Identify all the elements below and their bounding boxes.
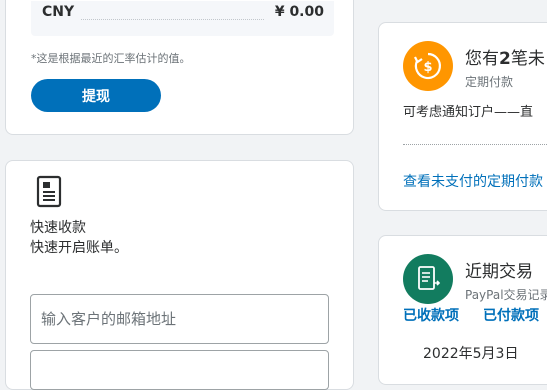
recent-activity-subtitle: PayPal交易记录: [465, 288, 547, 302]
tab-paid[interactable]: 已付款项: [483, 305, 539, 325]
recurring-payments-card: $ 您有2笔未 定期付款 可考虑通知订户——直 查看未支付的定期付款: [378, 22, 547, 211]
withdraw-button[interactable]: 提现: [31, 79, 161, 112]
recurring-description: 可考虑通知订户——直: [403, 105, 534, 120]
quick-invoice-subtitle: 快速开启账单。: [30, 240, 128, 256]
currency-balance-row: CNY ¥ 0.00: [31, 1, 334, 36]
tab-received[interactable]: 已收款项: [403, 305, 459, 325]
customer-email-input[interactable]: [30, 294, 329, 344]
secondary-input[interactable]: [30, 350, 329, 390]
balance-card: CNY ¥ 0.00 *这是根据最近的汇率估计的值。 提现: [5, 0, 354, 135]
divider: [403, 144, 547, 145]
svg-text:$: $: [423, 60, 432, 75]
view-unpaid-recurring-link[interactable]: 查看未支付的定期付款: [403, 171, 543, 191]
quick-invoice-card: 快速收款 快速开启账单。: [5, 160, 354, 390]
recurring-payment-icon: $: [403, 41, 453, 91]
dotted-leader: [81, 19, 264, 20]
exchange-rate-note: *这是根据最近的汇率估计的值。: [31, 52, 191, 65]
currency-code: CNY: [42, 4, 75, 20]
quick-invoice-title: 快速收款: [30, 220, 86, 236]
activity-icon: [403, 254, 453, 304]
recent-activity-title: 近期交易: [465, 262, 533, 282]
currency-amount: ¥ 0.00: [274, 4, 324, 20]
recurring-title: 您有2笔未: [465, 49, 545, 69]
recurring-subtitle: 定期付款: [465, 75, 514, 89]
document-icon: [36, 175, 62, 208]
recent-activity-card: 近期交易 PayPal交易记录 已收款项 已付款项 2022年5月3日: [378, 235, 547, 385]
activity-date: 2022年5月3日: [423, 346, 519, 362]
